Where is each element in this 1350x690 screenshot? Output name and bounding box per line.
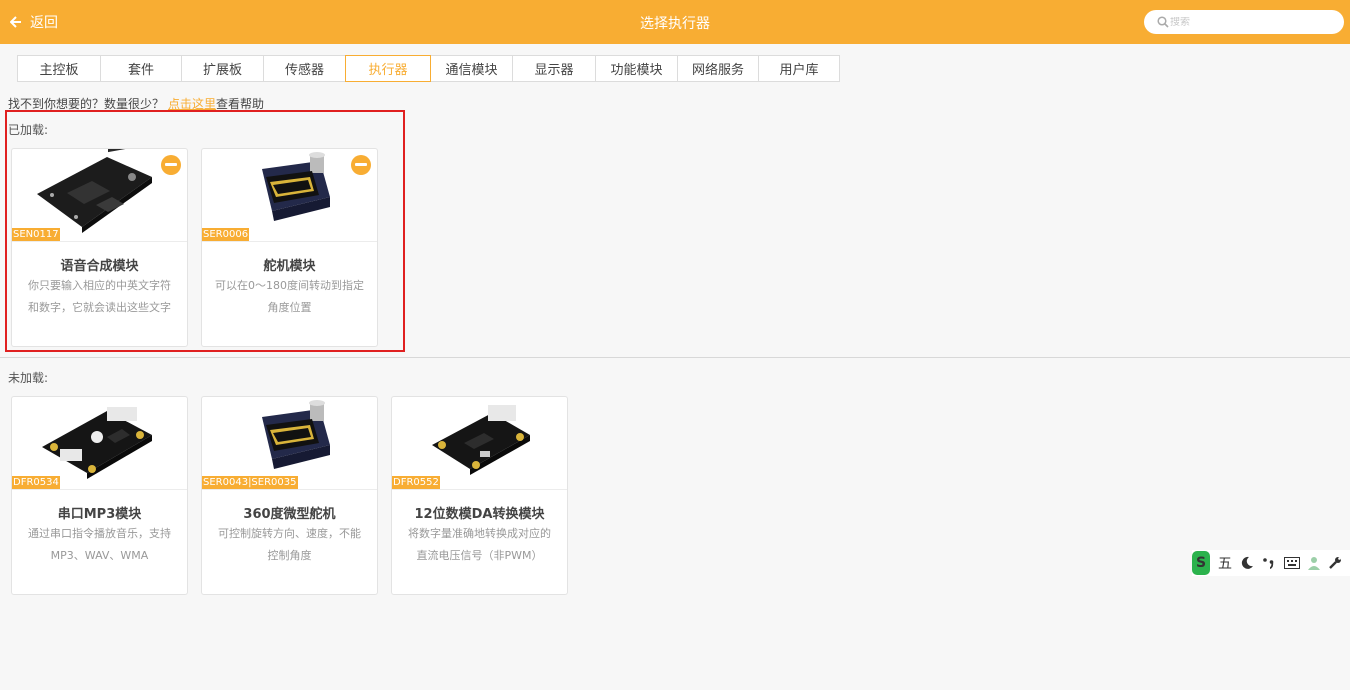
user-icon[interactable] (1308, 556, 1320, 570)
ime-mode[interactable]: 五 (1218, 553, 1232, 573)
search-input[interactable] (1170, 16, 1320, 28)
tab-function-modules[interactable]: 功能模块 (595, 55, 678, 82)
help-prefix: 找不到你想要的？数量很少？ (8, 97, 165, 111)
module-image: DFR0552 (392, 397, 567, 490)
unloaded-section-label: 未加载: (8, 371, 49, 385)
ime-logo[interactable]: S (1192, 551, 1210, 575)
tab-main-board[interactable]: 主控板 (17, 55, 101, 82)
top-bar: 返回 选择执行器 (0, 0, 1350, 44)
punctuation-icon[interactable] (1262, 556, 1276, 570)
tab-actuators[interactable]: 执行器 (345, 55, 431, 82)
module-name: 12位数模DA转换模块 (414, 507, 545, 522)
module-description: 通过串口指令播放音乐，支持MP3、WAV、WMA (28, 527, 171, 562)
moon-icon[interactable] (1240, 556, 1254, 570)
module-name: 360度微型舵机 (243, 507, 336, 522)
tab-sensors[interactable]: 传感器 (263, 55, 346, 82)
section-divider (0, 357, 1350, 358)
ime-toolbar: S 五 (1192, 550, 1350, 576)
sku-label: DFR0534 (12, 476, 60, 489)
module-card-dfr0534[interactable]: DFR0534 串口MP3模块 通过串口指令播放音乐，支持MP3、WAV、WMA (11, 396, 188, 595)
module-card-dfr0552[interactable]: DFR0552 12位数模DA转换模块 将数字量准确地转换成对应的直流电压信号（… (391, 396, 568, 595)
sku-label: DFR0552 (392, 476, 440, 489)
tab-network-services[interactable]: 网络服务 (677, 55, 759, 82)
search-icon (1157, 16, 1169, 28)
tab-displays[interactable]: 显示器 (512, 55, 596, 82)
search-box[interactable] (1144, 10, 1344, 34)
module-image: DFR0534 (12, 397, 187, 490)
module-name: 串口MP3模块 (57, 507, 142, 522)
module-image: SER0043|SER0035 (202, 397, 377, 490)
wrench-icon[interactable] (1328, 556, 1342, 570)
loaded-highlight-box (5, 110, 405, 352)
keyboard-icon[interactable] (1284, 557, 1300, 569)
sku-label: SER0043|SER0035 (202, 476, 298, 489)
tab-kits[interactable]: 套件 (100, 55, 182, 82)
help-link[interactable]: 点击这里 (168, 97, 216, 111)
module-description: 将数字量准确地转换成对应的直流电压信号（非PWM） (408, 527, 551, 562)
module-card-ser0043[interactable]: SER0043|SER0035 360度微型舵机 可控制旋转方向、速度，不能控制… (201, 396, 378, 595)
tab-user-library[interactable]: 用户库 (758, 55, 840, 82)
help-suffix: 查看帮助 (216, 97, 265, 111)
category-tabs: 主控板 套件 扩展板 传感器 执行器 通信模块 显示器 功能模块 网络服务 用户… (17, 55, 840, 82)
tab-communication[interactable]: 通信模块 (430, 55, 513, 82)
tab-expansion-board[interactable]: 扩展板 (181, 55, 264, 82)
module-description: 可控制旋转方向、速度，不能控制角度 (218, 527, 361, 562)
